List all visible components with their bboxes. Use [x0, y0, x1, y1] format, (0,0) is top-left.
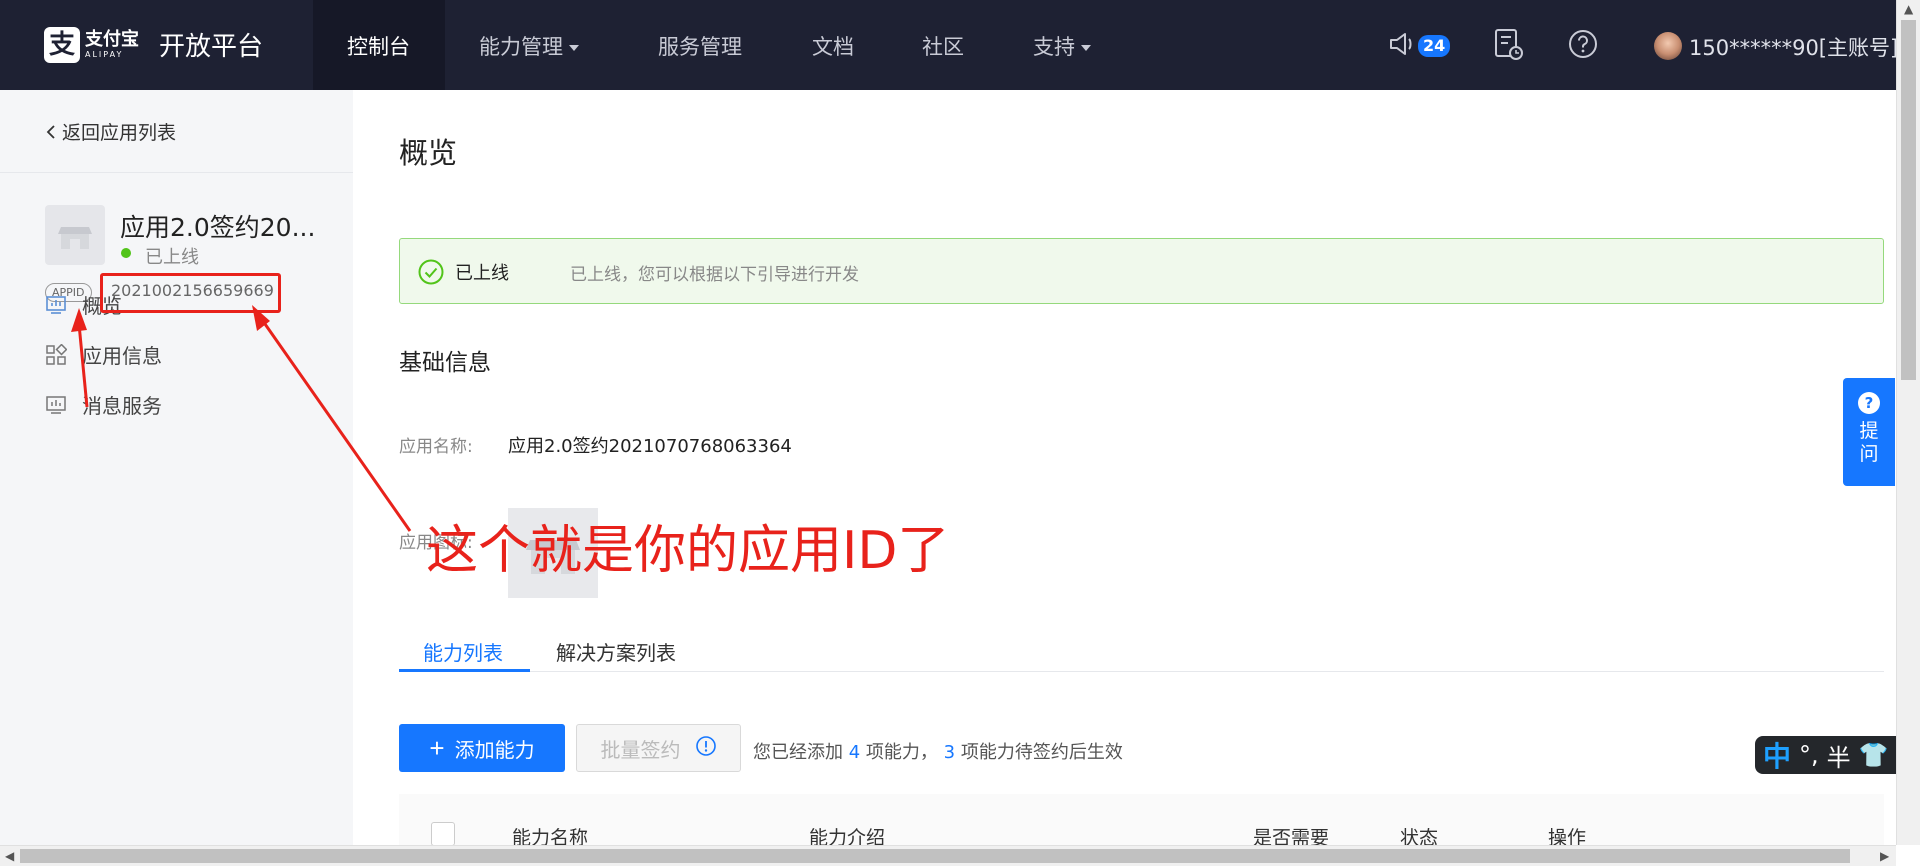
sidebar-item-label: 消息服务 [82, 394, 162, 418]
avatar[interactable] [1654, 32, 1682, 60]
app-name-label: 应用名称: [399, 437, 473, 457]
nav-item-docs[interactable]: 文档 [812, 31, 854, 61]
alipay-logo[interactable]: 支 支付宝 ALIPAY 开放平台 [44, 26, 263, 63]
logo-cn-text: 支付宝 [85, 28, 139, 50]
ask-label-char: 问 [1859, 443, 1879, 465]
sidebar-item-app-info[interactable]: 应用信息 [45, 340, 162, 369]
basic-info-title: 基础信息 [399, 350, 491, 376]
summary-prefix: 您已经添加 [753, 742, 843, 763]
select-all-checkbox[interactable] [431, 822, 455, 846]
app-name: 应用2.0签约20... [120, 213, 316, 242]
added-count: 4 [848, 742, 861, 763]
capability-summary: 您已经添加 4 项能力， 3 项能力待签约后生效 [753, 738, 1123, 764]
ask-question-float-button[interactable]: ? 提 问 [1843, 378, 1895, 486]
nav-item-label: 文档 [812, 35, 854, 59]
back-to-app-list-link[interactable]: 返回应用列表 [46, 118, 176, 145]
summary-suffix: 项能力待签约后生效 [960, 742, 1123, 763]
nav-item-label: 社区 [922, 35, 964, 59]
sidebar-item-label: 应用信息 [82, 344, 162, 368]
nav-item-console[interactable]: 控制台 [347, 31, 410, 61]
vertical-scrollbar[interactable]: ▲ [1896, 0, 1920, 845]
nav-item-label: 支持 [1033, 35, 1075, 59]
scroll-left-arrow-icon[interactable]: ◀ [5, 849, 14, 863]
nav-item-capability-management[interactable]: 能力管理 [479, 31, 579, 61]
document-clock-icon[interactable] [1493, 28, 1525, 66]
annotation-text: 这个就是你的应用ID了 [426, 521, 950, 581]
ask-label-char: 提 [1859, 420, 1879, 442]
vertical-scroll-thumb[interactable] [1901, 20, 1916, 380]
back-link-label: 返回应用列表 [62, 122, 177, 144]
tab-active-underline [399, 669, 530, 672]
scroll-up-arrow-icon[interactable]: ▲ [1904, 2, 1913, 16]
page-title: 概览 [399, 136, 458, 170]
main-content: 概览 已上线 已上线，您可以根据以下引导进行开发 基础信息 应用名称: 应用2.… [353, 90, 1896, 854]
tab-bar: 能力列表 解决方案列表 [399, 621, 1884, 672]
app-store-icon [45, 205, 105, 265]
scroll-right-arrow-icon[interactable]: ▶ [1880, 849, 1889, 863]
notification-badge: 24 [1418, 35, 1451, 57]
check-circle-icon [418, 259, 444, 289]
chevron-down-icon [1081, 45, 1091, 51]
alert-description: 已上线，您可以根据以下引导进行开发 [570, 265, 859, 285]
top-nav: 支 支付宝 ALIPAY 开放平台 控制台 能力管理 服务管理 文档 社区 支持… [0, 0, 1898, 90]
batch-sign-label: 批量签约 [600, 737, 681, 762]
plus-icon: + [429, 733, 445, 763]
account-name[interactable]: 150******90[主账号] [1689, 32, 1898, 62]
appid-highlight-box [100, 273, 281, 313]
nav-item-support[interactable]: 支持 [1033, 31, 1091, 61]
add-capability-button[interactable]: + 添加能力 [399, 724, 565, 772]
sidebar: 返回应用列表 应用2.0签约20... 已上线 APPID 2021002156… [0, 90, 353, 866]
pending-count: 3 [943, 742, 956, 763]
chevron-down-icon [569, 45, 579, 51]
status-alert: 已上线 已上线，您可以根据以下引导进行开发 [399, 238, 1884, 304]
sidebar-item-message-service[interactable]: 消息服务 [45, 390, 162, 419]
nav-item-community[interactable]: 社区 [922, 31, 964, 61]
alert-title: 已上线 [455, 263, 509, 284]
monitor-bars-icon [45, 394, 67, 416]
nav-item-label: 控制台 [347, 35, 410, 59]
nav-item-service-management[interactable]: 服务管理 [658, 31, 742, 61]
horizontal-scrollbar[interactable]: ◀ ▶ [0, 845, 1896, 866]
horizontal-scroll-thumb[interactable] [20, 849, 1850, 863]
help-circle-icon[interactable] [1567, 28, 1599, 64]
info-circle-icon[interactable] [695, 735, 717, 762]
speaker-icon[interactable] [1387, 28, 1419, 64]
chevron-left-icon [46, 122, 56, 144]
ime-punctuation[interactable]: °, [1799, 741, 1819, 769]
ime-half-width[interactable]: 半 [1827, 738, 1851, 773]
alipay-logo-mark: 支 [44, 26, 80, 63]
logo-en-text: ALIPAY [85, 49, 124, 59]
nav-item-label: 服务管理 [658, 35, 742, 59]
nav-item-label: 能力管理 [479, 35, 563, 59]
app-name-value: 应用2.0签约2021070768063364 [508, 436, 792, 457]
platform-title: 开放平台 [159, 32, 264, 62]
batch-sign-button[interactable]: 批量签约 [576, 724, 741, 772]
add-capability-label: 添加能力 [454, 739, 535, 762]
sidebar-divider [0, 172, 353, 173]
status-dot [121, 248, 131, 258]
tab-solution-list[interactable]: 解决方案列表 [556, 637, 676, 666]
alipay-wordmark: 支付宝 ALIPAY [85, 28, 139, 60]
ime-language[interactable]: 中 [1763, 735, 1791, 775]
summary-middle: 项能力， [865, 742, 938, 763]
help-icon: ? [1858, 392, 1880, 414]
ime-skin-icon[interactable]: 👕 [1859, 741, 1889, 769]
tab-capability-list[interactable]: 能力列表 [423, 637, 503, 666]
screen: 支 支付宝 ALIPAY 开放平台 控制台 能力管理 服务管理 文档 社区 支持… [0, 0, 1920, 866]
grid-icon [45, 342, 68, 366]
chart-monitor-icon [45, 294, 67, 316]
app-status: 已上线 [145, 247, 199, 268]
